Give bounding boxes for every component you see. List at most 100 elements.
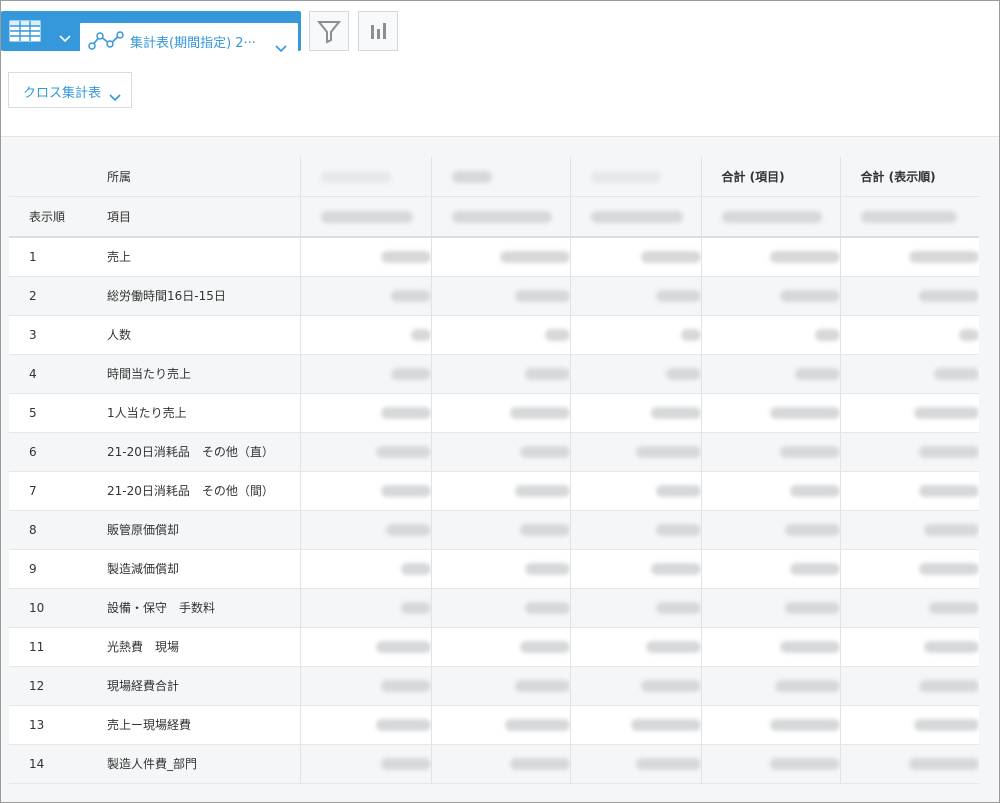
row-item: 21-20日消耗品 その他（間） [87,471,300,511]
row-value-cell [700,705,840,745]
row-value-cell [839,627,979,667]
header-row-item: 表示順 項目 [9,196,979,238]
row-value-cell [700,237,840,277]
row-value-cell [700,510,840,550]
row-value-cell [430,588,570,628]
row-order: 1 [9,237,87,277]
row-value-cell [700,666,840,706]
row-value-cell [430,315,570,355]
cross-table-area: 所属 合計 (項目) 合計 (表示順) 表示順 項目 1 売上 2 総労働時間16日-… [1,137,999,802]
row-value-cell [569,627,701,667]
row-value-cell [700,432,840,472]
filter-icon[interactable] [310,21,348,54]
toolbar: 集計表(期間指定) 2··· クロス集計表 [1,1,999,137]
row-value-cell [569,432,701,472]
row-value-cell [299,549,431,589]
row-item: 売上ー現場経費 [87,705,300,745]
row-item: 設備・保守 手数料 [87,588,300,628]
row-value-cell [430,276,570,316]
row-order: 13 [9,705,87,745]
header-col-2 [430,157,570,197]
table-row: 12 現場経費合計 [9,666,979,706]
row-order: 10 [9,588,87,628]
row-value-cell [569,237,701,277]
row-value-cell [430,471,570,511]
row-value-cell [839,549,979,589]
table-row: 11 光熱費 現場 [9,627,979,667]
row-value-cell [569,471,701,511]
row-value-cell [299,237,431,277]
mode-label[interactable]: クロス集計表 [23,82,101,101]
view-switcher[interactable]: 集計表(期間指定) 2··· [1,11,301,59]
cross-table-select[interactable]: クロス集計表 [8,72,132,108]
row-value-cell [700,471,840,511]
row-value-cell [839,588,979,628]
chart-button[interactable] [358,11,398,51]
view-select[interactable]: 集計表(期間指定) 2··· [80,23,298,59]
bar-chart-icon[interactable] [359,23,397,54]
row-order: 8 [9,510,87,550]
header-item: 項目 [87,196,300,238]
row-value-cell [299,432,431,472]
row-value-cell [700,627,840,667]
row-order: 12 [9,666,87,706]
row-value-cell [839,510,979,550]
header-col-3 [569,157,701,197]
row-item: 光熱費 現場 [87,627,300,667]
row-value-cell [569,354,701,394]
row-item: 販管原価償却 [87,510,300,550]
row-value-cell [839,315,979,355]
chevron-down-icon[interactable] [275,38,287,57]
table-icon[interactable] [9,20,41,46]
row-value-cell [700,276,840,316]
row-value-cell [299,588,431,628]
row-value-cell [299,627,431,667]
cross-table: 所属 合計 (項目) 合計 (表示順) 表示順 項目 1 売上 2 総労働時間16日-… [9,157,979,784]
row-value-cell [299,510,431,550]
row-value-cell [430,510,570,550]
row-order: 7 [9,471,87,511]
row-order: 14 [9,744,87,784]
row-item: 総労働時間16日-15日 [87,276,300,316]
chevron-down-icon[interactable] [109,87,121,106]
row-value-cell [299,393,431,433]
row-value-cell [430,549,570,589]
table-row: 10 設備・保守 手数料 [9,588,979,628]
table-row: 13 売上ー現場経費 [9,705,979,745]
row-order: 3 [9,315,87,355]
row-order: 9 [9,549,87,589]
row-value-cell [299,315,431,355]
row-order: 2 [9,276,87,316]
row-value-cell [430,627,570,667]
table-row: 7 21-20日消耗品 その他（間） [9,471,979,511]
row-value-cell [569,510,701,550]
row-value-cell [569,393,701,433]
row-value-cell [430,354,570,394]
table-row: 5 1人当たり売上 [9,393,979,433]
row-value-cell [299,354,431,394]
table-row: 6 21-20日消耗品 その他（直） [9,432,979,472]
row-value-cell [700,315,840,355]
row-item: 現場経費合計 [87,666,300,706]
chevron-down-icon[interactable] [59,28,71,47]
row-value-cell [430,744,570,784]
table-row: 8 販管原価償却 [9,510,979,550]
row-value-cell [430,666,570,706]
row-order: 6 [9,432,87,472]
table-row: 4 時間当たり売上 [9,354,979,394]
row-item: 21-20日消耗品 その他（直） [87,432,300,472]
row-value-cell [569,315,701,355]
row-value-cell [700,393,840,433]
row-item: 時間当たり売上 [87,354,300,394]
row-value-cell [839,393,979,433]
filter-button[interactable] [309,11,349,51]
row-value-cell [839,744,979,784]
row-value-cell [700,744,840,784]
table-row: 2 総労働時間16日-15日 [9,276,979,316]
header-order: 表示順 [9,196,87,238]
view-name[interactable]: 集計表(期間指定) 2··· [130,32,270,51]
table-row: 9 製造減価償却 [9,549,979,589]
table-row: 3 人数 [9,315,979,355]
row-item: 製造人件費_部門 [87,744,300,784]
row-value-cell [299,744,431,784]
